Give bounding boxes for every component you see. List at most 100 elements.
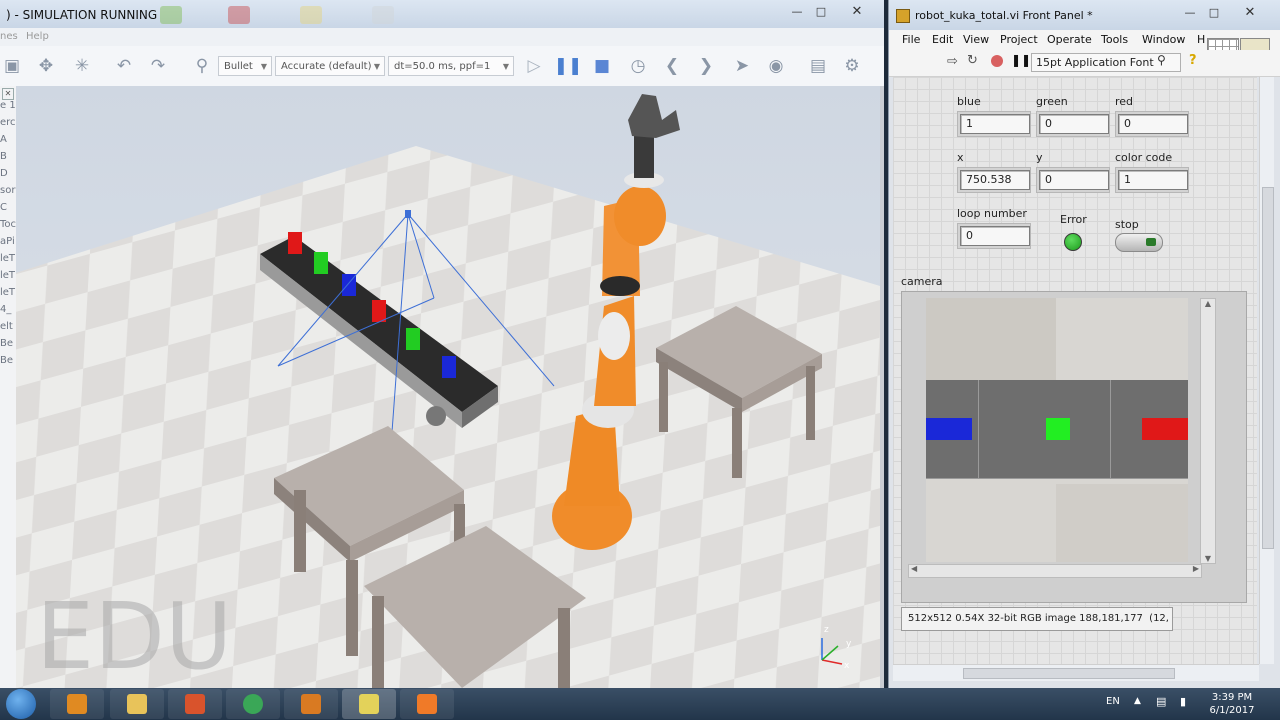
panel-vertical-scrollbar[interactable] xyxy=(1259,77,1274,664)
sidebar-item[interactable]: Be xyxy=(0,355,13,366)
menu-item-operate[interactable]: Operate xyxy=(1047,33,1092,46)
menu-item-view[interactable]: View xyxy=(963,33,989,46)
pause-icon[interactable]: ❚❚ xyxy=(554,55,583,77)
color-code-indicator[interactable]: 1 xyxy=(1118,170,1188,190)
sidebar-item[interactable]: e 1 xyxy=(0,100,16,111)
new-scene-icon[interactable]: ▣ xyxy=(0,55,24,77)
taskbar-app-labview[interactable] xyxy=(342,689,396,719)
menu-item-tools[interactable]: Tools xyxy=(1101,33,1128,46)
camera-horizontal-scrollbar[interactable]: ◀ ▶ xyxy=(908,564,1202,578)
run-arrow-icon[interactable]: ⇨ xyxy=(947,54,958,69)
sidebar-item[interactable]: leT xyxy=(0,253,15,264)
camera-image[interactable] xyxy=(926,298,1188,562)
slow-down-icon[interactable]: ❮ xyxy=(660,55,684,77)
menu-item-project[interactable]: Project xyxy=(1000,33,1038,46)
start-button-icon[interactable] xyxy=(6,689,36,719)
panel-scroll-thumb[interactable] xyxy=(1262,187,1274,549)
maximize-icon[interactable]: □ xyxy=(810,4,832,20)
menu-item-edit[interactable]: Edit xyxy=(932,33,953,46)
visibility-eye-icon[interactable]: ◉ xyxy=(764,55,788,77)
undo-icon[interactable]: ↶ xyxy=(112,55,136,77)
scene-hierarchy-sidebar: ✕ e 1 erc A B Dsor C Toc aPi leT leT leT 4_elt Be Be xyxy=(0,86,17,688)
layers-icon[interactable]: ▤ xyxy=(806,55,830,77)
scroll-down-icon[interactable]: ▼ xyxy=(1201,554,1215,563)
sidebar-item[interactable]: leT xyxy=(0,287,15,298)
show-hidden-icons-icon[interactable]: ▲ xyxy=(1134,696,1141,706)
maximize-icon[interactable]: □ xyxy=(1203,5,1225,21)
labview-title-bar[interactable]: robot_kuka_total.vi Front Panel * — □ ✕ xyxy=(889,0,1280,30)
menu-item-help-truncated[interactable]: H xyxy=(1197,33,1205,46)
viewport-scrollbar[interactable] xyxy=(880,86,884,688)
sidebar-item[interactable]: erc xyxy=(0,117,16,128)
pause-icon[interactable]: ❚❚ xyxy=(1011,53,1031,67)
battery-icon[interactable]: ▮ xyxy=(1180,695,1186,708)
sidebar-item[interactable]: C xyxy=(0,202,7,213)
language-indicator[interactable]: EN xyxy=(1106,696,1120,707)
sidebar-item[interactable]: aPi xyxy=(0,236,15,247)
blue-indicator[interactable]: 1 xyxy=(960,114,1030,134)
loop-number-indicator[interactable]: 0 xyxy=(960,226,1030,246)
taskbar-app-matlab[interactable] xyxy=(168,689,222,719)
sidebar-item[interactable]: B xyxy=(0,151,7,162)
x-indicator[interactable]: 750.538 xyxy=(960,170,1030,190)
labview-toolbar: ⇨ ↻ ❚❚ 15pt Application Font ⚲ ? xyxy=(889,50,1280,77)
close-icon[interactable]: ✕ xyxy=(846,4,868,20)
menu-item-truncated[interactable]: nes xyxy=(0,31,18,42)
panel-hscroll-thumb[interactable] xyxy=(963,668,1175,679)
sidebar-item[interactable]: 4_ xyxy=(0,304,11,315)
scroll-right-icon[interactable]: ▶ xyxy=(1193,564,1199,573)
accuracy-value: Accurate (default) xyxy=(281,61,372,72)
search-icon[interactable]: ⚲ xyxy=(1157,53,1166,67)
abort-icon[interactable] xyxy=(991,55,1003,67)
taskbar-app-simulator[interactable] xyxy=(284,689,338,719)
sidebar-item[interactable]: Toc xyxy=(0,219,16,230)
red-indicator[interactable]: 0 xyxy=(1118,114,1188,134)
redo-icon[interactable]: ↷ xyxy=(146,55,170,77)
simulator-title-bar[interactable]: ) - SIMULATION RUNNING — □ ✕ xyxy=(0,0,884,28)
green-indicator[interactable]: 0 xyxy=(1039,114,1109,134)
accuracy-select[interactable]: Accurate (default) ▼ xyxy=(275,56,385,76)
sidebar-item[interactable]: leT xyxy=(0,270,15,281)
3d-scene-viewport[interactable]: z x y EDU xyxy=(16,86,880,688)
stop-icon[interactable]: ■ xyxy=(590,55,614,77)
move-object-icon[interactable]: ✥ xyxy=(34,55,58,77)
stop-button[interactable] xyxy=(1115,233,1163,252)
physics-engine-select[interactable]: Bullet ▼ xyxy=(218,56,272,76)
play-icon[interactable]: ▷ xyxy=(522,55,546,77)
taskbar-app-explorer[interactable] xyxy=(110,689,164,719)
network-icon[interactable]: ▤ xyxy=(1156,695,1166,708)
menu-item-window[interactable]: Window xyxy=(1142,33,1185,46)
camera-vertical-scrollbar[interactable]: ▲ ▼ xyxy=(1200,298,1216,564)
run-continuously-icon[interactable]: ↻ xyxy=(967,53,978,68)
taskbar-app-media[interactable] xyxy=(50,689,104,719)
sidebar-item[interactable]: elt xyxy=(0,321,13,332)
minimize-icon[interactable]: — xyxy=(1179,5,1201,21)
sidebar-item[interactable]: D xyxy=(0,168,8,179)
vi-icon xyxy=(896,9,910,23)
sidebar-item[interactable]: A xyxy=(0,134,7,145)
minimize-icon[interactable]: — xyxy=(786,4,808,20)
timestep-select[interactable]: dt=50.0 ms, ppf=1 ▼ xyxy=(388,56,514,76)
panel-horizontal-scrollbar[interactable] xyxy=(893,664,1259,681)
sidebar-item[interactable]: Be xyxy=(0,338,13,349)
y-indicator[interactable]: 0 xyxy=(1039,170,1109,190)
menu-item-file[interactable]: File xyxy=(902,33,920,46)
speed-up-icon[interactable]: ❯ xyxy=(694,55,718,77)
help-question-icon[interactable]: ? xyxy=(1189,53,1197,68)
close-icon[interactable]: ✕ xyxy=(2,88,14,100)
green-indicator-frame: 0 xyxy=(1036,111,1110,137)
menu-item-help[interactable]: Help xyxy=(26,31,49,42)
pick-object-icon[interactable]: ⚲ xyxy=(190,55,214,77)
sidebar-item[interactable]: sor xyxy=(0,185,15,196)
red-indicator-frame: 0 xyxy=(1115,111,1189,137)
real-time-icon[interactable]: ◷ xyxy=(626,55,650,77)
system-clock[interactable]: 3:39 PM 6/1/2017 xyxy=(1206,691,1258,717)
rotate-object-icon[interactable]: ✳ xyxy=(70,55,94,77)
scroll-up-icon[interactable]: ▲ xyxy=(1201,299,1215,308)
taskbar-app-chrome[interactable] xyxy=(226,689,280,719)
taskbar-app-recorder[interactable] xyxy=(400,689,454,719)
settings-gear-icon[interactable]: ⚙ xyxy=(840,55,864,77)
close-icon[interactable]: ✕ xyxy=(1239,5,1261,21)
scroll-left-icon[interactable]: ◀ xyxy=(911,564,917,573)
rocket-icon[interactable]: ➤ xyxy=(730,55,754,77)
